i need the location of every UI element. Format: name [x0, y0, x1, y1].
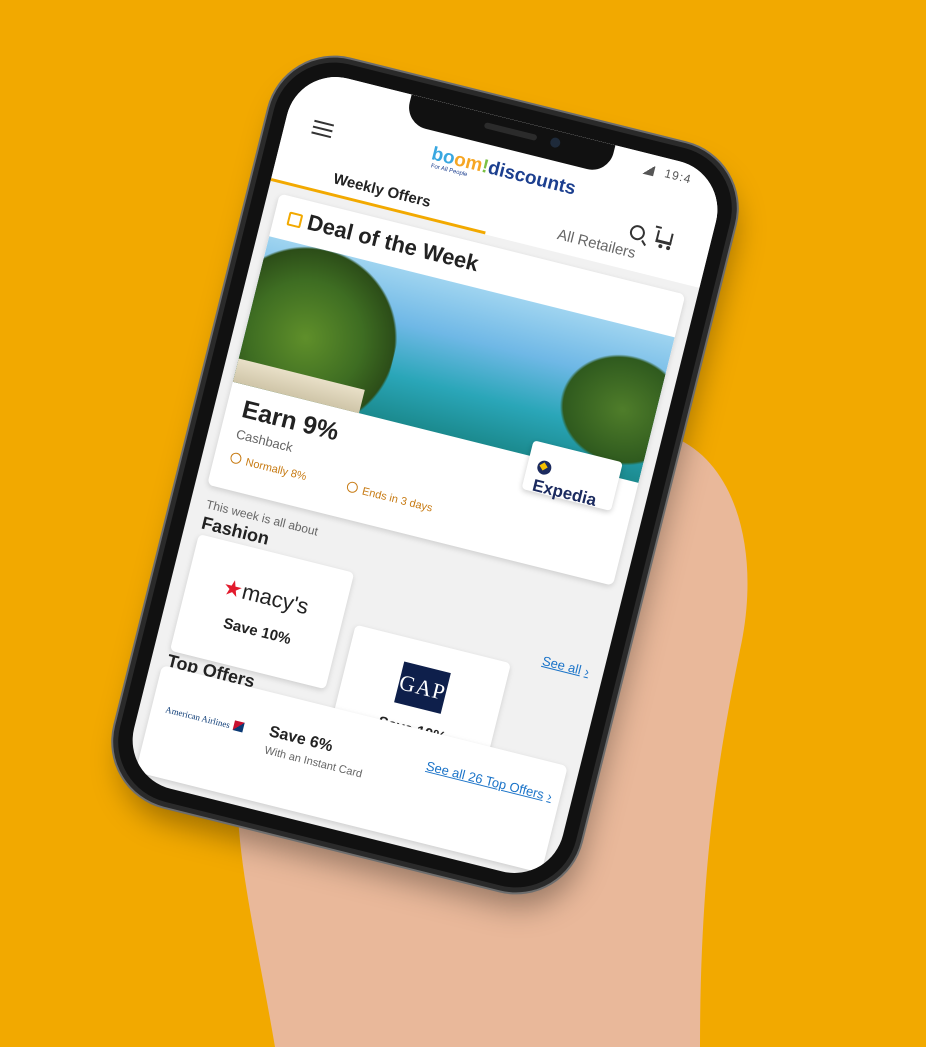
signal-icon	[641, 163, 656, 177]
menu-icon[interactable]	[311, 119, 335, 139]
logo-part-4: discounts	[485, 157, 578, 200]
main-content: Deal of the Week Earn 9% Cashback Normal…	[122, 181, 699, 884]
brand-name: macy's	[239, 578, 312, 620]
camera	[549, 136, 562, 149]
deal-normally: Normally 8%	[229, 451, 308, 484]
retailer-name: Expedia	[530, 475, 599, 510]
deal-ends: Ends in 3 days	[345, 480, 434, 515]
offer-retailer: American Airlines	[164, 704, 232, 731]
gap-logo: GAP	[394, 661, 451, 714]
chevron-right-icon: ›	[583, 663, 592, 680]
speaker	[483, 122, 538, 141]
deal-normally-text: Normally 8%	[244, 456, 308, 484]
phone-screen: 19:4 boom!discounts For All People Weekl…	[122, 66, 728, 884]
clock-icon	[345, 480, 360, 494]
phone-device: 19:4 boom!discounts For All People Weekl…	[105, 49, 745, 901]
fashion-see-all-link[interactable]: See all›	[541, 653, 591, 679]
calendar-icon	[286, 211, 304, 229]
expedia-logo: Expedia	[530, 456, 619, 515]
see-all-text: See all	[540, 653, 583, 678]
percent-icon	[229, 451, 243, 465]
expedia-plane-icon	[535, 459, 553, 477]
deal-ends-text: Ends in 3 days	[360, 485, 434, 515]
american-airlines-logo: American Airlines	[164, 703, 245, 733]
american-airlines-mark-icon	[232, 720, 245, 733]
